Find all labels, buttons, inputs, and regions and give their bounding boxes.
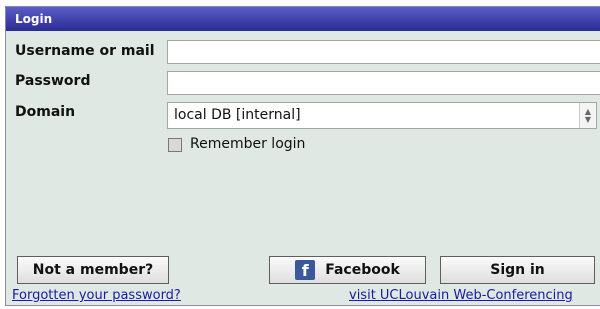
username-label: Username or mail	[15, 43, 155, 59]
facebook-icon: f	[295, 260, 316, 280]
login-panel: Login Username or mail Password Domain l…	[5, 6, 600, 306]
domain-select[interactable]: local DB [internal] ▲ ▼	[167, 102, 597, 129]
remember-checkbox[interactable]	[168, 138, 182, 152]
password-label: Password	[15, 73, 91, 89]
sign-in-label: Sign in	[490, 262, 545, 278]
username-input[interactable]	[167, 40, 600, 64]
facebook-label: Facebook	[325, 262, 400, 278]
domain-selected-value: local DB [internal]	[174, 107, 301, 123]
forgot-password-link[interactable]: Forgotten your password?	[12, 288, 181, 303]
panel-title: Login	[6, 7, 600, 31]
remember-label: Remember login	[190, 136, 306, 152]
not-member-label: Not a member?	[32, 262, 154, 278]
domain-label: Domain	[15, 104, 76, 120]
sign-in-button[interactable]: Sign in	[440, 256, 595, 284]
spinner-arrows-icon[interactable]: ▲ ▼	[579, 103, 596, 128]
password-input[interactable]	[167, 71, 600, 95]
facebook-button[interactable]: f Facebook	[269, 256, 426, 284]
not-member-button[interactable]: Not a member?	[17, 256, 169, 284]
visit-webconf-link[interactable]: visit UCLouvain Web-Conferencing	[349, 288, 573, 303]
